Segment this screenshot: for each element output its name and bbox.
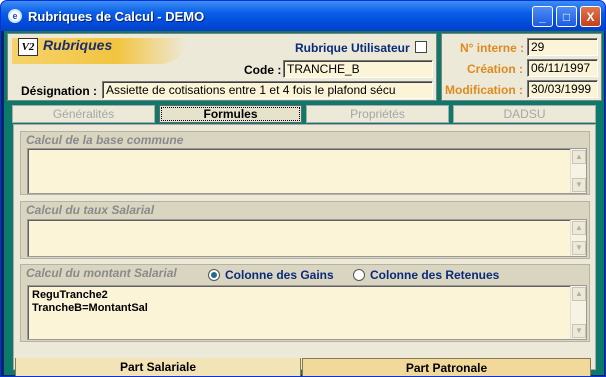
scroll-down-icon[interactable]: ▼ [572,178,586,192]
radio-colonne-gains[interactable] [208,269,220,281]
designation-field[interactable]: Assiette de cotisations entre 1 et 4 foi… [102,81,433,99]
scroll-up-icon[interactable]: ▲ [572,150,586,164]
montant-salarial-editor[interactable]: ReguTranche2 TrancheB=MontantSal ▲ ▼ [27,285,587,340]
scroll-up-icon[interactable]: ▲ [572,287,586,301]
taux-salarial-editor[interactable]: ▲ ▼ [27,219,587,257]
numero-interne-field: 29 [527,38,598,56]
app-window: e Rubriques de Calcul - DEMO _ □ X V2 Ru… [0,0,606,377]
montant-salarial-scrollbar[interactable]: ▲ ▼ [570,286,586,339]
creation-label: Création : [467,62,524,76]
group-montant-salarial: Calcul du montant Salarial Colonne des G… [20,264,590,342]
maximize-button[interactable]: □ [556,6,577,27]
designation-label: Désignation : [21,84,98,98]
tab-generalites[interactable]: Généralités [12,105,155,123]
radio-colonne-retenues[interactable] [353,269,365,281]
group-taux-salarial: Calcul du taux Salarial ▲ ▼ [20,201,590,259]
formula-text[interactable]: ReguTranche2 TrancheB=MontantSal [32,289,148,315]
rubrique-header: V2 Rubriques Rubrique Utilisateur Code :… [7,33,437,101]
rubrique-utilisateur-checkbox[interactable] [415,41,427,53]
radio-retenues-label[interactable]: Colonne des Retenues [370,268,499,282]
window-title: Rubriques de Calcul - DEMO [28,8,205,24]
montant-salarial-title: Calcul du montant Salarial [26,266,177,280]
close-button[interactable]: X [580,6,601,27]
tab-part-patronale[interactable]: Part Patronale [302,358,591,376]
code-label: Code : [244,63,282,77]
title-bar[interactable]: e Rubriques de Calcul - DEMO _ □ X [1,1,605,31]
formules-panel: Calcul de la base commune ▲ ▼ Calcul du … [13,124,596,370]
rubrique-utilisateur-label: Rubrique Utilisateur [295,41,410,55]
modification-field: 30/03/1999 [527,80,598,98]
logo-icon: V2 [18,38,38,56]
taux-salarial-title: Calcul du taux Salarial [26,203,155,217]
minimize-button[interactable]: _ [532,6,553,27]
taux-salarial-scrollbar[interactable]: ▲ ▼ [570,220,586,256]
modification-label: Modification : [445,83,523,97]
scroll-up-icon[interactable]: ▲ [572,221,586,235]
code-field[interactable]: TRANCHE_B [283,60,433,78]
creation-field: 06/11/1997 [527,59,598,77]
numero-interne-label: N° interne : [460,41,525,55]
tabs-area: Généralités Formules Propriétés DADSU Ca… [7,104,602,372]
tab-dadsu[interactable]: DADSU [453,105,596,123]
tab-part-salariale[interactable]: Part Salariale [15,358,301,376]
base-commune-scrollbar[interactable]: ▲ ▼ [570,149,586,193]
tab-formules[interactable]: Formules [159,105,302,123]
radio-gains-label[interactable]: Colonne des Gains [225,268,334,282]
scroll-down-icon[interactable]: ▼ [572,324,586,338]
base-commune-title: Calcul de la base commune [26,133,184,147]
section-title: Rubriques [43,37,113,53]
base-commune-editor[interactable]: ▲ ▼ [27,148,587,194]
scroll-down-icon[interactable]: ▼ [572,241,586,255]
tab-proprietes[interactable]: Propriétés [306,105,449,123]
info-panel: N° interne : 29 Création : 06/11/1997 Mo… [441,33,602,101]
window-content: V2 Rubriques Rubrique Utilisateur Code :… [4,31,604,376]
group-base-commune: Calcul de la base commune ▲ ▼ [20,131,590,195]
app-icon[interactable]: e [8,9,22,23]
